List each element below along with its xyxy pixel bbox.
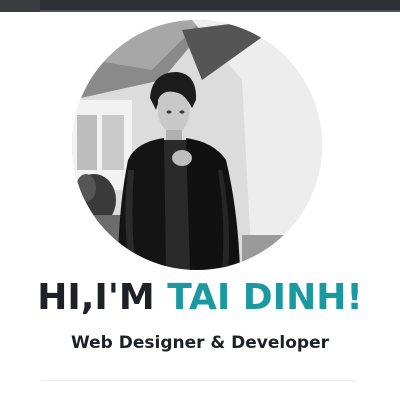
top-bar [0, 0, 400, 12]
profile-photo-icon [72, 20, 322, 270]
profile-avatar [72, 20, 322, 270]
hero-subtitle: Web Designer & Developer [70, 333, 330, 353]
page: HI,I'M TAI DINH! Web Designer & Develope… [0, 0, 400, 400]
hero-name: TAI DINH! [167, 277, 363, 318]
hero-title: HI,I'M TAI DINH! [0, 276, 400, 320]
hero-greeting: HI,I'M [37, 277, 155, 318]
top-bar-shadow [0, 0, 40, 12]
section-divider [42, 380, 356, 381]
